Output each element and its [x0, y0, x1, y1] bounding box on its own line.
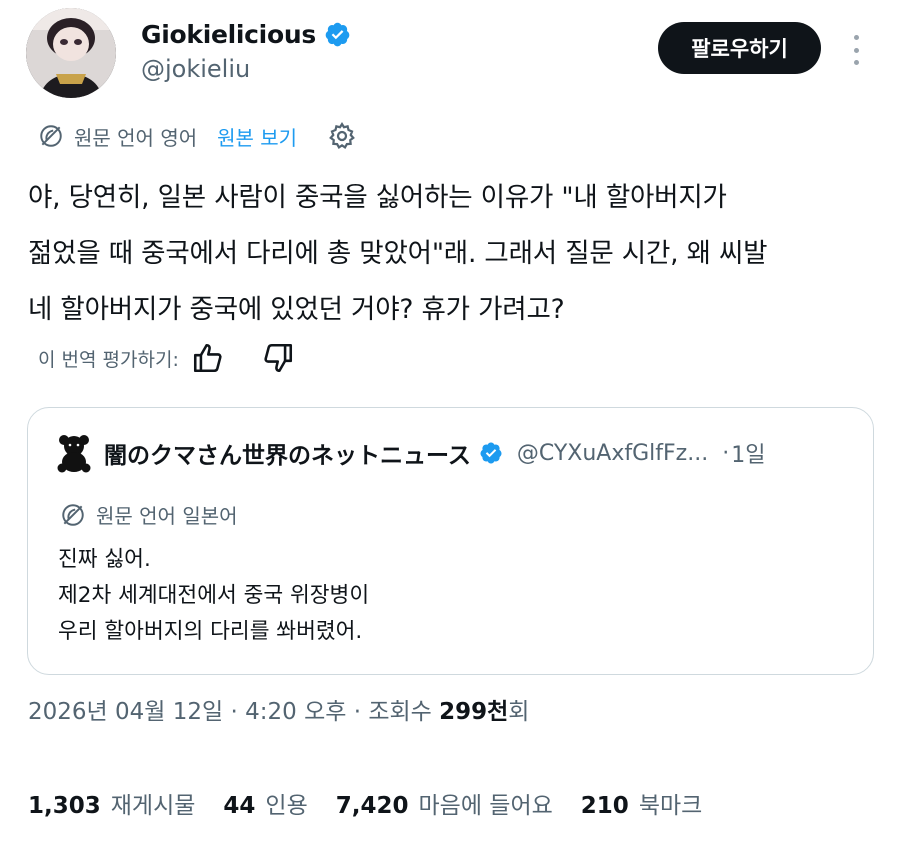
quoted-line: 진짜 싫어.: [58, 547, 151, 572]
tweet-line: 야, 당연히, 일본 사람이 중국을 싫어하는 이유가 "내 할아버지가: [28, 182, 727, 213]
author-name[interactable]: Giokielicious: [141, 20, 316, 49]
verified-badge-icon: [480, 442, 502, 464]
separator-dot: ·: [230, 699, 238, 725]
author-handle[interactable]: @jokieliu: [141, 55, 351, 83]
translation-info: 원문 언어 영어 원본 보기: [38, 118, 357, 154]
quoted-author-name[interactable]: 闇のクマさん世界のネットニュース: [104, 436, 471, 470]
quotes-stat[interactable]: 44 인용: [223, 786, 307, 820]
bookmarks-count: 210: [580, 793, 629, 819]
separator-dot: ·: [353, 699, 362, 725]
quoted-source-language-label: 원문 언어 일본어: [96, 504, 238, 528]
quoted-line: 우리 할아버지의 다리를 쏴버렸어.: [58, 619, 363, 644]
engagement-stats: 1,303 재게시물 44 인용 7,420 마음에 들어요 210 북마크: [28, 786, 730, 820]
quoted-tweet-header: 闇のクマさん世界のネットニュース @CYXuAxfGlfFz... · 1일: [54, 433, 864, 473]
quoted-tweet-text: 진짜 싫어. 제2차 세계대전에서 중국 위장병이 우리 할아버지의 다리를 쏴…: [58, 542, 369, 650]
show-original-link[interactable]: 원본 보기: [217, 122, 297, 151]
separator-dot: ·: [722, 440, 730, 466]
tweet-line: 젊었을 때 중국에서 다리에 총 맞았어"래. 그래서 질문 시간, 왜 씨발: [28, 238, 768, 269]
reposts-count: 1,303: [28, 793, 101, 819]
quoted-author-handle[interactable]: @CYXuAxfGlfFz...: [517, 441, 708, 466]
likes-label: 마음에 들어요: [418, 793, 553, 819]
quotes-count: 44: [223, 793, 256, 819]
thumbs-down-icon[interactable]: [261, 341, 295, 375]
bookmarks-label: 북마크: [638, 793, 703, 819]
thumbs-up-icon[interactable]: [191, 341, 225, 375]
rate-translation: 이 번역 평가하기:: [38, 338, 295, 378]
bookmarks-stat[interactable]: 210 북마크: [581, 786, 703, 820]
globe-slash-icon: [62, 503, 84, 526]
globe-slash-icon: [40, 125, 62, 147]
tweet-line: 네 할아버지가 중국에 있었던 거야? 휴가 가려고?: [28, 294, 565, 325]
teddy-bear-icon[interactable]: [54, 433, 94, 473]
author-block: Giokielicious @jokieliu: [141, 20, 351, 83]
tweet-meta: 2026년 04월 12일 · 4:20 오후 · 조회수 299천회: [28, 692, 529, 726]
follow-button[interactable]: 팔로우하기: [658, 22, 821, 74]
quoted-tweet[interactable]: 闇のクマさん世界のネットニュース @CYXuAxfGlfFz... · 1일 원…: [27, 407, 874, 675]
views-count: 299천: [439, 699, 509, 725]
reposts-stat[interactable]: 1,303 재게시물: [28, 786, 195, 820]
gear-icon[interactable]: [327, 121, 357, 151]
more-dots-icon[interactable]: [844, 30, 868, 70]
reposts-label: 재게시물: [110, 793, 196, 819]
likes-count: 7,420: [335, 793, 409, 819]
quotes-label: 인용: [265, 793, 308, 819]
quoted-timestamp[interactable]: 1일: [731, 437, 765, 469]
rate-translation-label: 이 번역 평가하기:: [38, 348, 179, 371]
likes-stat[interactable]: 7,420 마음에 들어요: [336, 786, 553, 820]
tweet-date[interactable]: 2026년 04월 12일: [28, 699, 223, 725]
source-language-label: 원문 언어 영어: [74, 125, 198, 150]
quoted-line: 제2차 세계대전에서 중국 위장병이: [58, 583, 370, 608]
verified-badge-icon: [325, 22, 350, 47]
quoted-translation-info: 원문 언어 일본어: [60, 500, 238, 529]
views-label: 조회수: [368, 699, 432, 725]
author-avatar[interactable]: [26, 8, 116, 98]
tweet-text: 야, 당연히, 일본 사람이 중국을 싫어하는 이유가 "내 할아버지가 젊었을…: [28, 170, 878, 338]
views-suffix: 회: [508, 699, 530, 725]
tweet-time[interactable]: 4:20 오후: [245, 699, 346, 725]
